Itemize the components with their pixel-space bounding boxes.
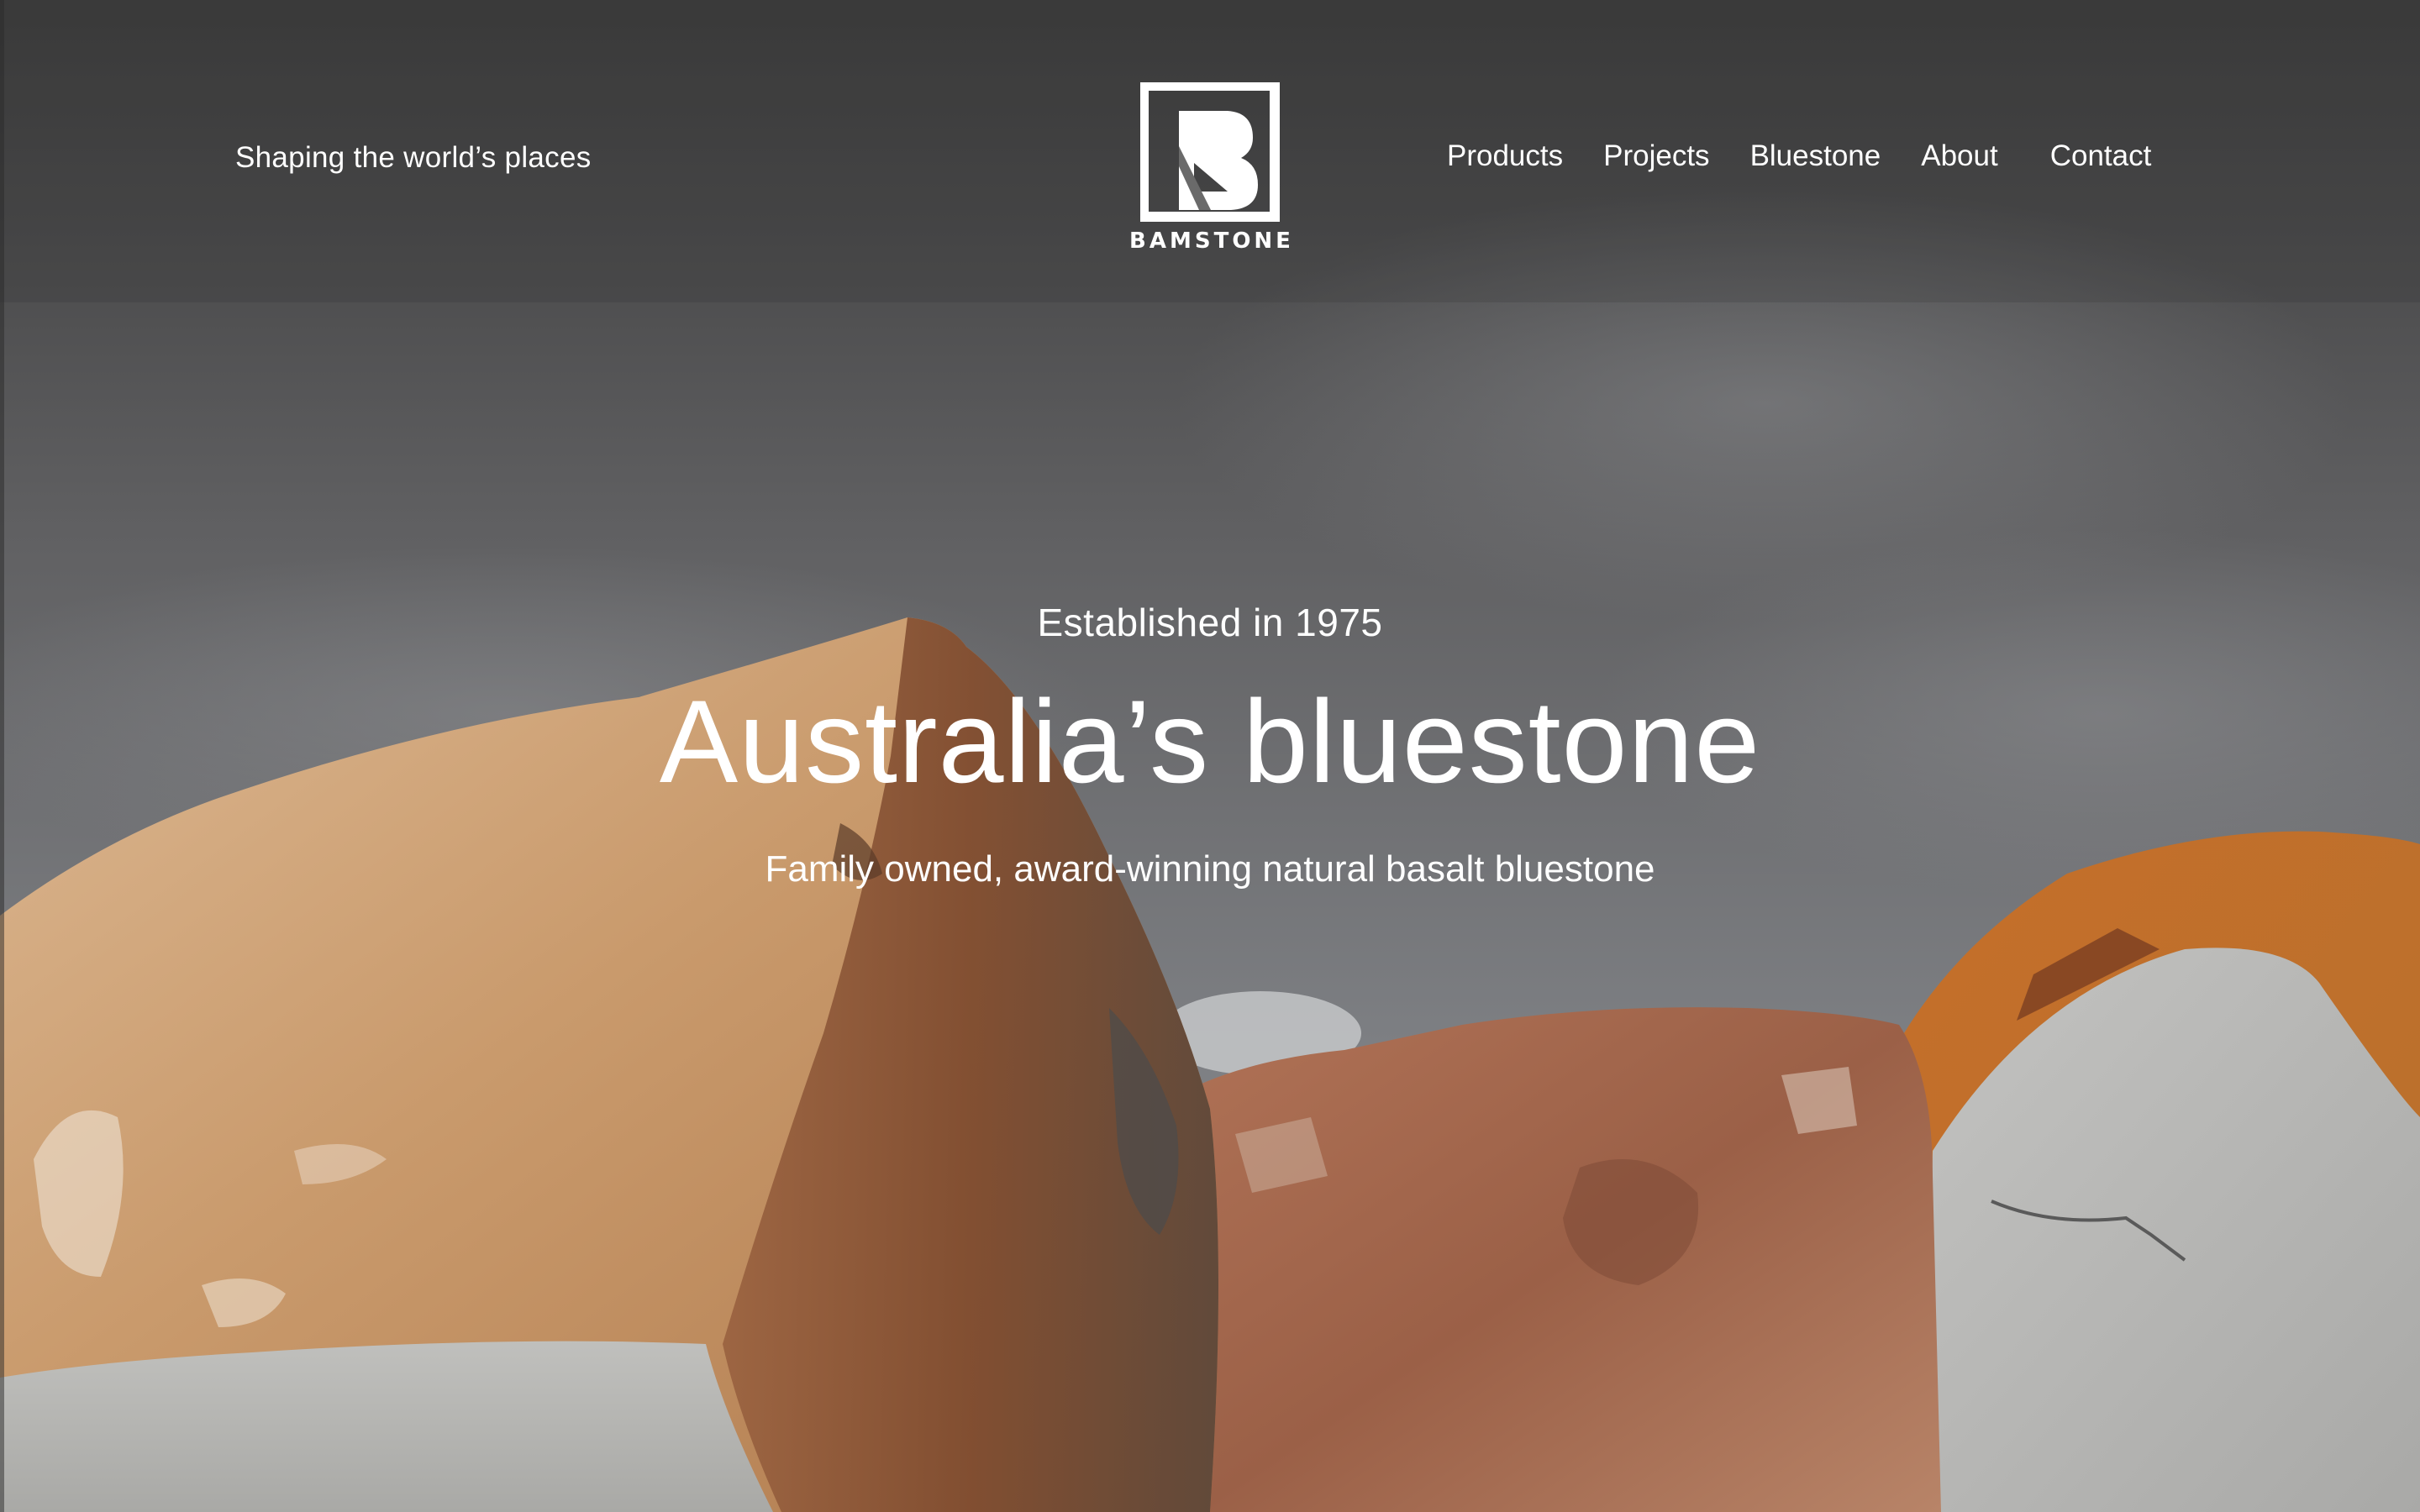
main-nav: Products Projects Bluestone About Contac… — [1447, 139, 2151, 173]
nav-about[interactable]: About — [1921, 139, 1997, 173]
hero-section: Shaping the world’s places BAMSTONE Prod… — [0, 0, 2420, 1512]
site-tagline: Shaping the world’s places — [235, 141, 592, 174]
site-header: Shaping the world’s places BAMSTONE Prod… — [0, 0, 2420, 277]
nav-contact[interactable]: Contact — [2050, 139, 2152, 173]
logo-wordmark: BAMSTONE — [1129, 228, 1294, 254]
nav-products[interactable]: Products — [1447, 139, 1563, 173]
nav-bluestone[interactable]: Bluestone — [1750, 139, 1881, 173]
hero-subline: Family owned, award-winning natural basa… — [765, 848, 1655, 890]
hero-headline: Australia’s bluestone — [659, 675, 1761, 807]
hero-eyebrow: Established in 1975 — [1037, 601, 1383, 644]
nav-projects[interactable]: Projects — [1603, 139, 1709, 173]
